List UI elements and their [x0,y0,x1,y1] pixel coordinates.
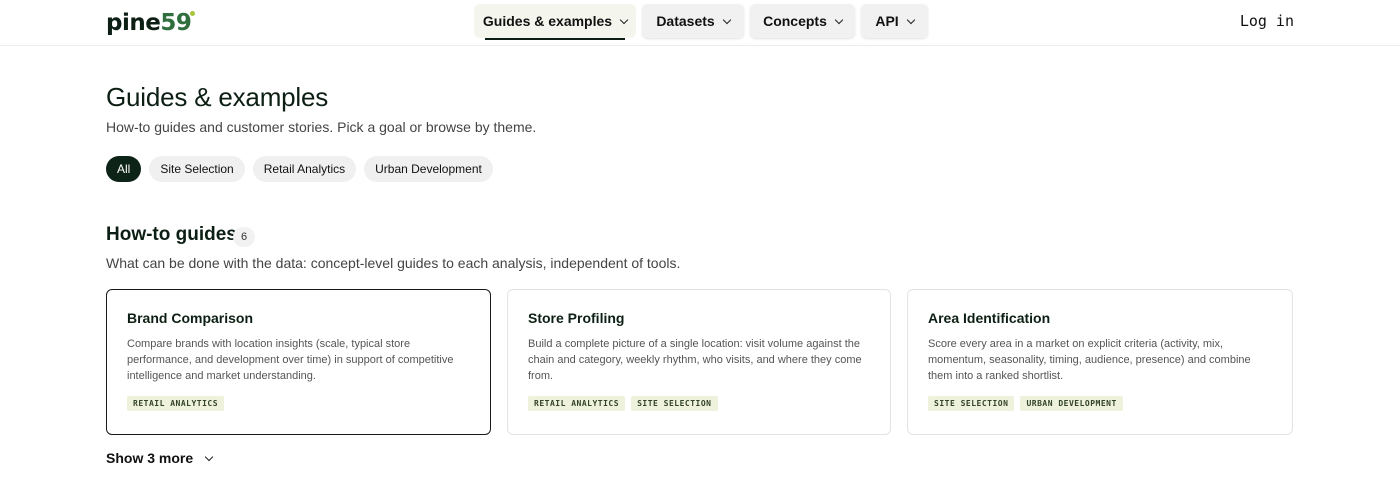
chevron-down-icon [906,15,915,24]
logo-dot-icon [190,11,196,16]
show-more-label: Show 3 more [106,450,194,466]
chevron-down-icon [619,15,629,24]
section-title: How-to guides [106,224,237,245]
card-area-identification[interactable]: Area Identification Score every area in … [907,289,1293,435]
chevron-down-icon [834,15,844,24]
card-title: Brand Comparison [127,310,254,326]
card-description: Build a complete picture of a single loc… [528,338,862,382]
card-store-profiling[interactable]: Store Profiling Build a complete picture… [507,289,891,435]
top-header: pine59 Guides & examples Datasets Concep… [0,0,1400,46]
filter-retail-analytics[interactable]: Retail Analytics [252,156,357,182]
nav-label: Concepts [763,13,827,29]
chevron-down-icon [204,452,214,461]
active-underline [485,38,625,40]
card-tags: RETAIL ANALYTICS [127,396,470,411]
tag-urban-development: URBAN DEVELOPMENT [1020,396,1123,411]
page-title: Guides & examples [106,82,329,112]
nav-guides-examples[interactable]: Guides & examples [474,4,636,40]
card-tags: RETAIL ANALYTICS SITE SELECTION [528,396,870,411]
logo-word: pine [106,10,161,36]
tag-retail-analytics: RETAIL ANALYTICS [528,396,626,411]
nav-label: Datasets [656,13,715,29]
card-title: Area Identification [928,310,1051,326]
show-more-button[interactable]: Show 3 more [106,450,214,466]
nav-label: API [875,13,899,29]
tag-retail-analytics: RETAIL ANALYTICS [127,396,225,411]
card-description: Score every area in a market on explicit… [928,338,1251,382]
section-description: What can be done with the data: concept-… [106,255,681,271]
card-title: Store Profiling [528,310,625,326]
chevron-down-icon [722,15,731,24]
tag-site-selection: SITE SELECTION [928,396,1015,411]
page-subtitle: How-to guides and customer stories. Pick… [106,119,537,135]
card-brand-comparison[interactable]: Brand Comparison Compare brands with loc… [106,289,491,435]
nav-concepts[interactable]: Concepts [750,4,855,38]
card-description: Compare brands with location insights (s… [127,338,454,382]
nav-label: Guides & examples [482,13,613,29]
filter-site-selection[interactable]: Site Selection [149,156,245,182]
card-tags: SITE SELECTION URBAN DEVELOPMENT [928,396,1272,411]
logo-number: 59 [160,10,192,36]
filter-all[interactable]: All [106,156,142,182]
theme-filters: All Site Selection Retail Analytics Urba… [106,156,493,182]
guide-cards: Brand Comparison Compare brands with loc… [106,289,1293,435]
login-link[interactable]: Log in [1240,12,1294,30]
nav-api[interactable]: API [861,4,928,38]
pine59-logo[interactable]: pine59 [106,9,196,37]
nav-datasets[interactable]: Datasets [642,4,744,38]
filter-urban-development[interactable]: Urban Development [364,156,493,182]
guide-count-badge: 6 [233,227,255,247]
tag-site-selection: SITE SELECTION [631,396,718,411]
